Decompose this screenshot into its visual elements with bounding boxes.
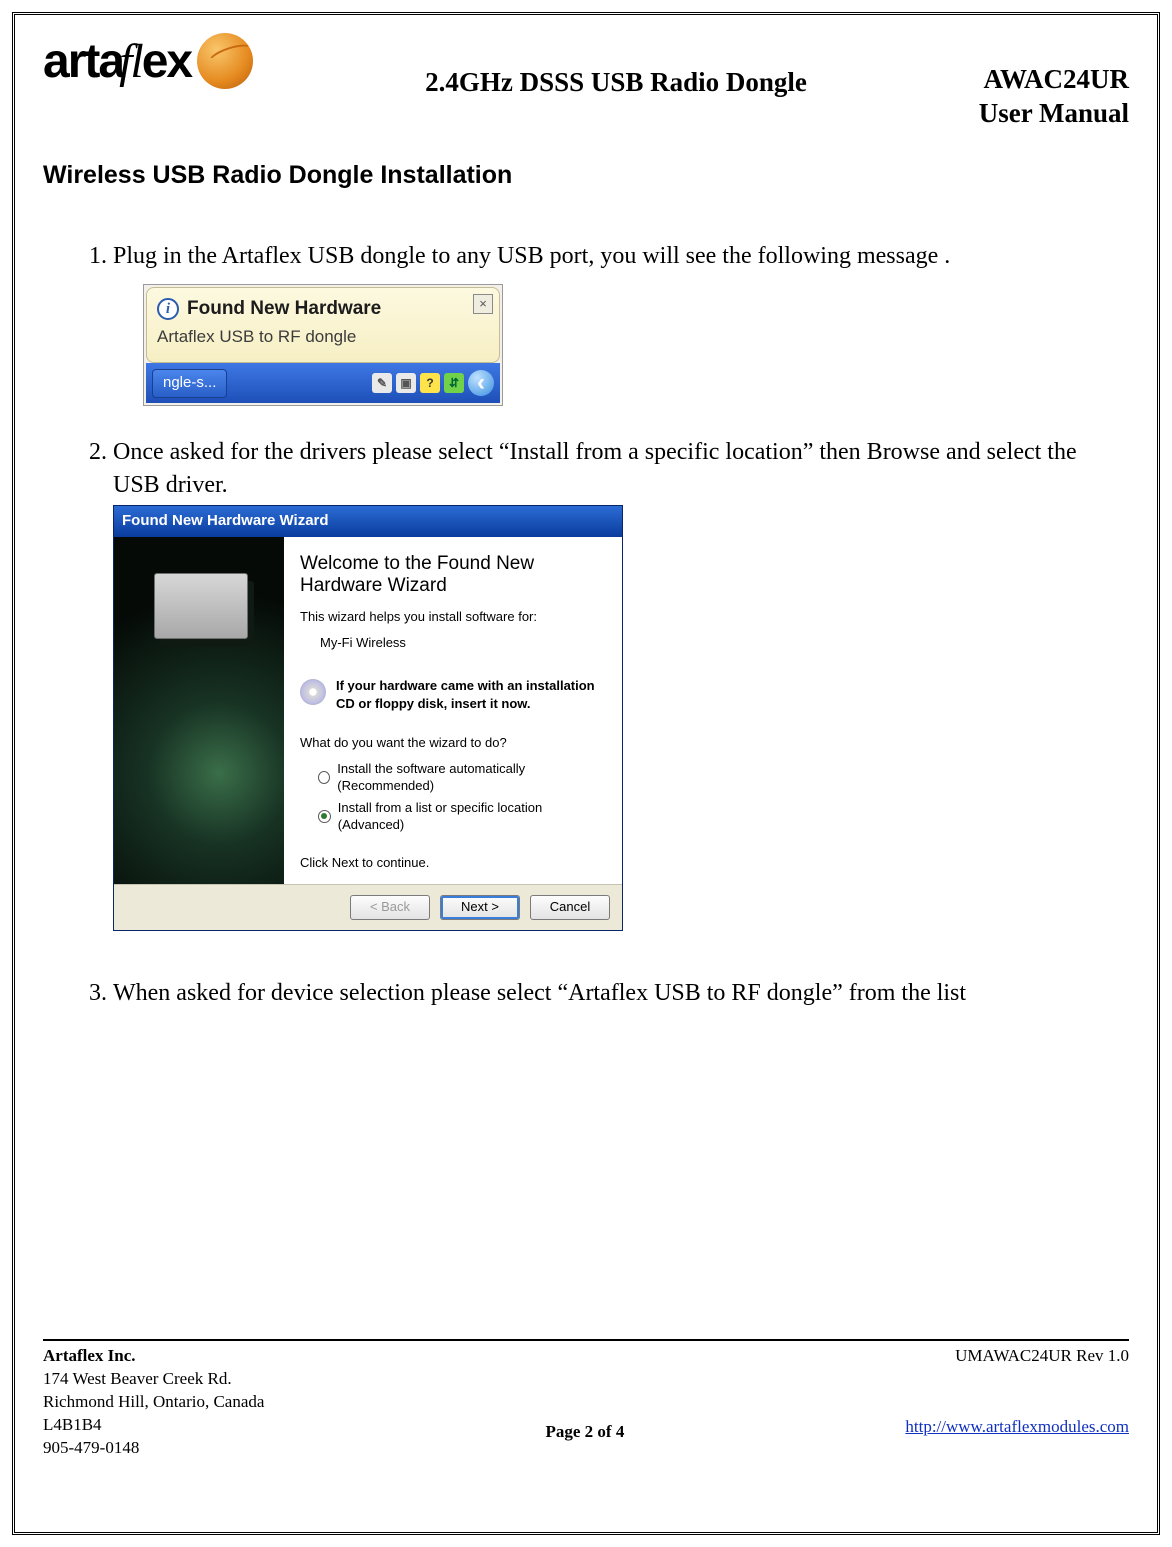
balloon-subtext: Artaflex USB to RF dongle xyxy=(157,326,489,349)
cancel-button[interactable]: Cancel xyxy=(530,895,610,920)
step-1: Plug in the Artaflex USB dongle to any U… xyxy=(113,240,1129,407)
found-hardware-balloon: × i Found New Hardware Artaflex USB to R… xyxy=(143,284,503,407)
page-header: artaflex 2.4GHz DSSS USB Radio Dongle AW… xyxy=(43,33,1129,131)
wizard-titlebar: Found New Hardware Wizard xyxy=(114,506,622,536)
wizard-side-image xyxy=(114,537,284,884)
radio-icon xyxy=(318,810,331,823)
step-3: When asked for device selection please s… xyxy=(113,977,1129,1009)
step-1-text: Plug in the Artaflex USB dongle to any U… xyxy=(113,243,950,269)
monitor-icon[interactable]: ▣ xyxy=(396,373,416,393)
footer-url[interactable]: http://www.artaflexmodules.com xyxy=(905,1416,1129,1439)
cd-icon xyxy=(300,679,326,705)
footer-company: Artaflex Inc. xyxy=(43,1345,264,1368)
footer-revision: UMAWAC24UR Rev 1.0 xyxy=(905,1345,1129,1368)
footer-page-number: Page 2 of 4 xyxy=(545,1422,624,1460)
brand-part-ex: ex xyxy=(142,34,191,89)
page-footer: Artaflex Inc. 174 West Beaver Creek Rd. … xyxy=(43,1341,1129,1460)
globe-icon xyxy=(197,33,253,89)
close-icon[interactable]: × xyxy=(473,294,493,314)
doc-title-center: 2.4GHz DSSS USB Radio Dongle xyxy=(323,33,909,98)
wizard-device-name: My-Fi Wireless xyxy=(300,634,606,652)
pen-icon[interactable]: ✎ xyxy=(372,373,392,393)
brand-part-fl: fl xyxy=(119,34,142,89)
step-2: Once asked for the drivers please select… xyxy=(113,436,1129,930)
brand-part-arta: arta xyxy=(43,34,123,89)
hardware-wizard: Found New Hardware Wizard Welcome to the… xyxy=(113,505,623,930)
footer-addr2: Richmond Hill, Ontario, Canada xyxy=(43,1391,264,1414)
footer-addr1: 174 West Beaver Creek Rd. xyxy=(43,1368,264,1391)
tray-collapse-icon[interactable]: ‹ xyxy=(468,370,494,396)
radio-list-label: Install from a list or specific location… xyxy=(338,799,606,834)
wizard-question: What do you want the wizard to do? xyxy=(300,734,606,752)
section-title: Wireless USB Radio Dongle Installation xyxy=(43,161,1129,190)
model-number: AWAC24UR xyxy=(929,63,1129,97)
step-2-text: Once asked for the drivers please select… xyxy=(113,439,1077,497)
info-icon: i xyxy=(157,298,179,320)
footer-phone: 905-479-0148 xyxy=(43,1437,264,1460)
next-button[interactable]: Next > xyxy=(440,895,520,920)
wizard-helps-text: This wizard helps you install software f… xyxy=(300,608,606,626)
back-button: < Back xyxy=(350,895,430,920)
taskbar-app[interactable]: ngle-s... xyxy=(152,369,227,397)
footer-postal: L4B1B4 xyxy=(43,1414,264,1437)
help-icon[interactable]: ? xyxy=(420,373,440,393)
radio-install-auto[interactable]: Install the software automatically (Reco… xyxy=(300,760,606,795)
radio-auto-label: Install the software automatically (Reco… xyxy=(337,760,606,795)
brand-logo: artaflex xyxy=(43,33,303,89)
balloon-title-text: Found New Hardware xyxy=(187,296,381,322)
doc-type: User Manual xyxy=(929,97,1129,131)
radio-install-list[interactable]: Install from a list or specific location… xyxy=(300,799,606,834)
install-steps: Plug in the Artaflex USB dongle to any U… xyxy=(43,240,1129,1009)
radio-icon xyxy=(318,771,330,784)
taskbar: ngle-s... ✎ ▣ ? ⇵ ‹ xyxy=(146,363,500,403)
usb-icon[interactable]: ⇵ xyxy=(444,373,464,393)
wizard-click-next-text: Click Next to continue. xyxy=(300,854,606,872)
system-tray: ✎ ▣ ? ⇵ ‹ xyxy=(372,370,494,396)
step-3-text: When asked for device selection please s… xyxy=(113,980,966,1006)
wizard-cd-note: If your hardware came with an installati… xyxy=(336,677,606,712)
wizard-heading: Welcome to the Found New Hardware Wizard xyxy=(300,553,606,599)
